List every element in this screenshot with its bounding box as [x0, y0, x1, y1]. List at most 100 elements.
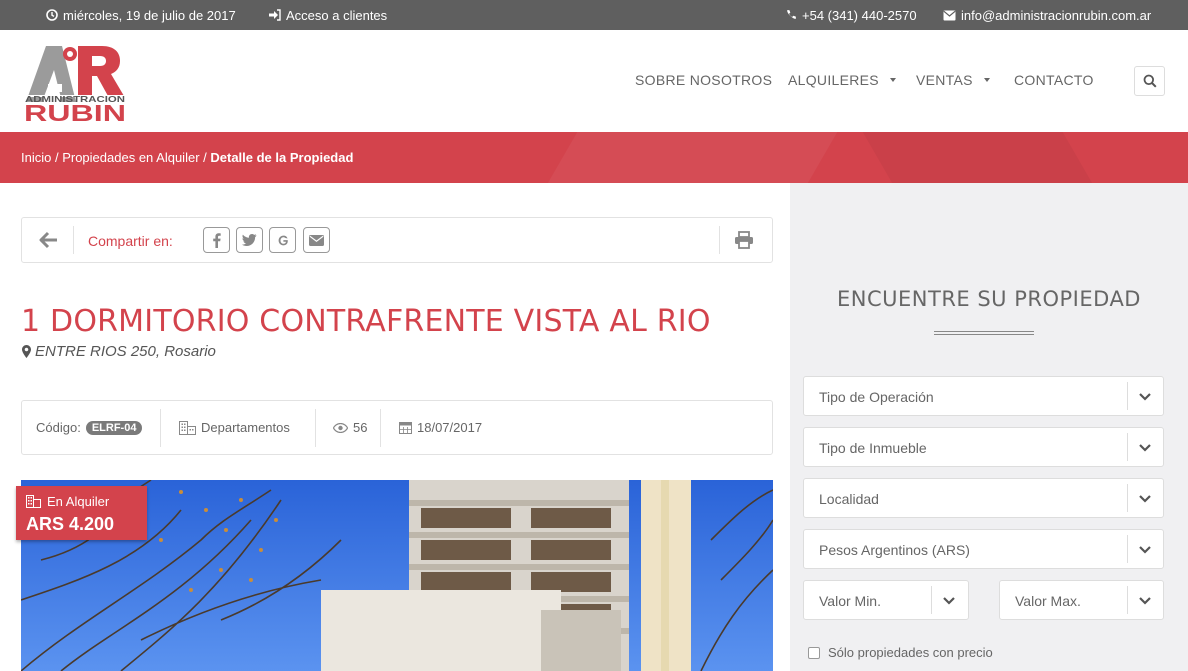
divider	[73, 226, 74, 254]
property-type: Departamentos	[179, 420, 290, 435]
share-label: Compartir en:	[88, 233, 173, 249]
nav-label: CONTACTO	[1014, 72, 1094, 88]
divider	[1127, 484, 1128, 512]
decor-shape	[839, 132, 1121, 183]
select-label: Pesos Argentinos (ARS)	[819, 542, 970, 558]
decor-shape	[519, 132, 861, 183]
envelope-icon	[943, 10, 956, 20]
breadcrumb-home[interactable]: Inicio	[21, 150, 51, 165]
min-value-select[interactable]: Valor Min.	[803, 580, 969, 620]
share-facebook-button[interactable]	[203, 227, 230, 253]
clock-icon	[46, 9, 58, 21]
views-text: 56	[353, 420, 368, 435]
chevron-down-icon	[1139, 444, 1151, 452]
envelope-icon	[309, 234, 324, 246]
breadcrumb: Inicio / Propiedades en Alquiler / Detal…	[21, 150, 353, 165]
share-email-button[interactable]	[303, 227, 330, 253]
search-sidebar: ENCUENTRE SU PROPIEDAD Tipo de Operación…	[790, 183, 1188, 671]
code-label: Código:	[36, 420, 81, 435]
status-text: En Alquiler	[47, 494, 110, 509]
breadcrumb-bar: Inicio / Propiedades en Alquiler / Detal…	[0, 132, 1188, 183]
site-header: ADMINISTRACION RUBIN SOBRE NOSOTROS ALQU…	[0, 30, 1188, 132]
email-text: info@administracionrubin.com.ar	[961, 7, 1152, 23]
date-text: 18/07/2017	[417, 420, 483, 435]
search-button[interactable]	[1134, 66, 1165, 96]
title-underline	[934, 331, 1034, 335]
arrow-left-icon	[39, 231, 57, 249]
facebook-icon	[212, 232, 221, 248]
price-text: ARS 4.200	[26, 514, 115, 534]
nav-alquileres[interactable]: ALQUILERES	[788, 72, 896, 88]
site-logo[interactable]: ADMINISTRACION RUBIN	[22, 40, 128, 122]
breadcrumb-current: Detalle de la Propiedad	[210, 150, 354, 165]
caret-down-icon	[983, 78, 990, 82]
print-button[interactable]	[734, 231, 754, 254]
date-text: miércoles, 19 de julio de 2017	[63, 7, 236, 23]
nav-ventas[interactable]: VENTAS	[916, 72, 990, 88]
nav-label: SOBRE NOSOTROS	[635, 72, 773, 88]
share-bar: Compartir en:	[21, 217, 773, 263]
google-plus-icon	[278, 235, 288, 245]
divider	[380, 409, 381, 447]
chevron-down-icon	[1139, 546, 1151, 554]
breadcrumb-section[interactable]: Propiedades en Alquiler	[62, 150, 199, 165]
nav-label: ALQUILERES	[788, 72, 879, 88]
price-badge: En Alquiler ARS 4.200	[16, 486, 147, 540]
phone-text: +54 (341) 440-2570	[802, 7, 917, 23]
chevron-down-icon	[1139, 393, 1151, 401]
price-only-option[interactable]: Sólo propiedades con precio	[808, 645, 993, 660]
select-label: Valor Max.	[1015, 593, 1081, 609]
search-icon	[1143, 74, 1157, 88]
breadcrumb-sep: /	[199, 150, 211, 165]
phone-link[interactable]: +54 (341) 440-2570	[785, 0, 917, 30]
building-icon	[26, 495, 41, 508]
eye-icon	[333, 422, 348, 433]
divider	[1127, 382, 1128, 410]
phone-icon	[787, 10, 796, 19]
locality-select[interactable]: Localidad	[803, 478, 1164, 518]
map-marker-icon	[22, 345, 31, 358]
price-only-checkbox[interactable]	[808, 646, 820, 659]
email-link[interactable]: info@administracionrubin.com.ar	[943, 0, 1151, 30]
divider	[931, 586, 932, 614]
nav-contacto[interactable]: CONTACTO	[1014, 72, 1094, 88]
listing-status: En Alquiler	[26, 494, 109, 509]
calendar-icon	[399, 422, 412, 434]
max-value-select[interactable]: Valor Max.	[999, 580, 1164, 620]
twitter-icon	[242, 234, 257, 246]
print-icon	[735, 231, 753, 249]
address-text: ENTRE RIOS 250, Rosario	[35, 343, 216, 360]
select-label: Tipo de Inmueble	[819, 440, 927, 456]
price-only-label: Sólo propiedades con precio	[828, 645, 993, 660]
share-google-plus-button[interactable]	[269, 227, 296, 253]
caret-down-icon	[889, 78, 896, 82]
property-title: 1 DORMITORIO CONTRAFRENTE VISTA AL RIO	[21, 304, 711, 339]
chevron-down-icon	[1139, 495, 1151, 503]
sign-in-icon	[269, 9, 281, 21]
property-detail: Compartir en: 1 DORMITORIO CONTRAFRENTE …	[0, 183, 790, 671]
code-badge: ELRF-04	[85, 420, 143, 435]
sidebar-title: ENCUENTRE SU PROPIEDAD	[837, 287, 1141, 311]
chevron-down-icon	[943, 597, 955, 605]
property-type-select[interactable]: Tipo de Inmueble	[803, 427, 1164, 467]
date-display: miércoles, 19 de julio de 2017	[46, 0, 236, 30]
currency-select[interactable]: Pesos Argentinos (ARS)	[803, 529, 1164, 569]
divider	[719, 226, 720, 254]
type-text: Departamentos	[201, 420, 290, 435]
nav-sobre-nosotros[interactable]: SOBRE NOSOTROS	[635, 72, 772, 88]
divider	[1127, 433, 1128, 461]
chevron-down-icon	[1139, 597, 1151, 605]
logo-line2: RUBIN	[24, 100, 126, 122]
share-twitter-button[interactable]	[236, 227, 263, 253]
divider	[315, 409, 316, 447]
property-code: Código: ELRF-04	[36, 420, 143, 435]
property-info-bar: Código: ELRF-04 Departamentos 56 18/07/2…	[21, 400, 773, 455]
breadcrumb-sep: /	[51, 150, 63, 165]
divider	[1127, 535, 1128, 563]
operation-type-select[interactable]: Tipo de Operación	[803, 376, 1164, 416]
select-label: Tipo de Operación	[819, 389, 934, 405]
back-button[interactable]	[39, 231, 59, 254]
client-login-link[interactable]: Acceso a clientes	[268, 0, 387, 30]
property-date: 18/07/2017	[399, 420, 482, 435]
select-label: Localidad	[819, 491, 879, 507]
